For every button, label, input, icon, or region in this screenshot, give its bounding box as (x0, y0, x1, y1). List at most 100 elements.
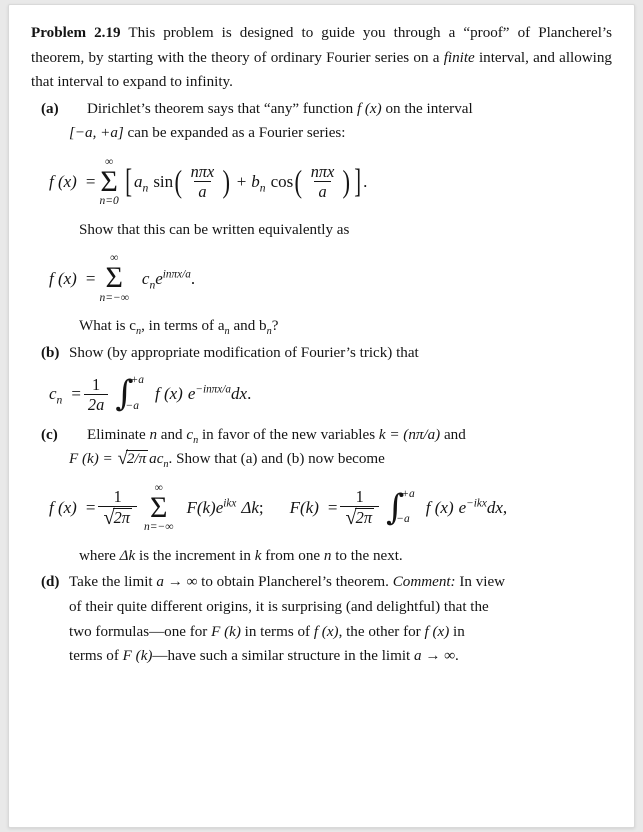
eq1-cos: cos (270, 172, 294, 192)
eq3-prefactor: 1 2a (83, 374, 109, 413)
part-d-obtain: to obtain Plancherel’s theorem. (201, 574, 389, 591)
eq1-arg1-num: nπx (190, 162, 215, 182)
eq2-summation: ∞ Σ n=−∞ (99, 252, 128, 304)
delta-k-explanation: where Δk is the increment in k from one … (79, 544, 612, 569)
part-a-label: (a) (41, 100, 59, 117)
eq4l-delta-k: Δk (241, 498, 259, 518)
part-a-line2-end: can be expanded as a Fourier series: (127, 125, 346, 142)
part-d-other-for: , the other for (338, 623, 421, 640)
eq3-int-upper: +a (130, 374, 144, 387)
part-d-in: in (453, 623, 465, 640)
eq4-left: f (x) = 1 √ 2π ∞ Σ n=−∞ F(k) eikx Δk ; (49, 482, 264, 534)
eq4l-equals: = (85, 498, 96, 518)
eq4l-sqrt: √ 2π (103, 507, 132, 528)
question-part1: What is c (79, 318, 136, 335)
part-d: (d) Take the limit a → ∞ to obtain Planc… (31, 570, 612, 668)
part-c-line2-rest: . Show that (a) and (b) now become (168, 451, 385, 468)
part-d-interms1: in terms of (244, 623, 311, 640)
part-d-limit-math: a → ∞ (156, 574, 198, 591)
eq3-integral: ∫ +a −a (115, 374, 144, 412)
equation-1-row: f (x) = ∞ Σ n=0 [ an sin ( nπx a ) + bn … (49, 156, 612, 208)
eq4r-int-lower: −a (396, 513, 410, 526)
eq4r-dx: dx (486, 498, 503, 518)
eq4r-sqrt-radicand: 2π (354, 507, 375, 527)
part-d-line4: terms of F (k)—have such a similar struc… (69, 644, 612, 669)
eq4r-sqrt: √ 2π (345, 507, 375, 528)
eq4l-prefactor: 1 √ 2π (98, 486, 137, 528)
part-d-take-limit: Take the limit (69, 574, 153, 591)
eq1-paren-open-2: ( (294, 164, 303, 200)
part-a-line1: Dirichlet’s theorem says that “any” func… (69, 97, 612, 122)
eq4l-Fk: F(k) (186, 498, 216, 518)
eq4r-exp: e−ikx (458, 497, 487, 518)
eq2-lhs: f (x) (49, 268, 77, 288)
eq1-coef-a: an (134, 172, 149, 195)
part-d-line1: Take the limit a → ∞ to obtain Planchere… (69, 570, 612, 595)
part-a-line2: [−a, +a] can be expanded as a Fourier se… (69, 121, 612, 146)
equation-3-row: cn = 1 2a ∫ +a −a f (x) e−inπx/a dx . (49, 374, 612, 413)
comment-label: Comment: (392, 574, 456, 591)
part-d-final-period: . (454, 648, 459, 665)
part-c-and1: and (160, 426, 183, 443)
eq4r-integrand: f (x) (425, 498, 454, 518)
eq4-right: F(k) = 1 √ 2π ∫ +a −a f (x) e−ikx dx , (289, 486, 508, 528)
eq1-arg2-den: a (314, 181, 331, 201)
delta-k-text3: to the next. (335, 547, 403, 564)
part-c-eliminate: Eliminate (87, 426, 146, 443)
eq4l-frac-num: 1 (113, 486, 122, 506)
equation-fourier-series: f (x) = ∞ Σ n=0 [ an sin ( nπx a ) + bn … (31, 156, 612, 208)
eq1-period: . (363, 172, 368, 192)
sigma-icon: Σ (105, 261, 123, 295)
eq4r-lhs: F(k) (289, 498, 319, 518)
eq4l-exp: eikx (215, 497, 237, 518)
eq4r-frac-num: 1 (355, 486, 364, 506)
equation-cn-integral: cn = 1 2a ∫ +a −a f (x) e−inπx/a dx . (31, 374, 612, 413)
part-d-terms-of: terms of (69, 648, 119, 665)
question-part2: , in terms of a (141, 318, 225, 335)
part-d-label: (d) (41, 574, 60, 591)
eq2-period: . (190, 268, 196, 288)
part-c-label: (c) (41, 426, 58, 443)
part-d-limit-math-2: a → ∞ (414, 648, 455, 665)
eq1-sum-lower: n=0 (99, 195, 119, 208)
part-c-body: Eliminate n and cn in favor of the new v… (69, 423, 612, 472)
delta-k-var-k: k (254, 547, 262, 564)
part-d-body: Take the limit a → ∞ to obtain Planchere… (69, 570, 612, 668)
eq2-coef-c: cn (141, 268, 156, 291)
part-d-line3: two formulas—one for F (k) in terms of f… (69, 620, 612, 645)
eq4r-integral-limits: +a −a (396, 488, 415, 525)
show-equivalent-text: Show that this can be written equivalent… (79, 221, 350, 238)
eq1-plus: + (236, 172, 247, 192)
intro-italic-word: finite (443, 49, 475, 66)
eq4r-equals: = (327, 498, 338, 518)
eq3-dx: dx (231, 384, 248, 404)
eq3-int-lower: −a (125, 399, 139, 412)
eq4l-sum-lower: n=−∞ (143, 521, 174, 534)
eq1-coef-b: bn (251, 172, 266, 195)
eq3-period: . (247, 384, 252, 404)
part-d-Fk-2: F (k) (122, 648, 153, 665)
eq1-paren-close-1: ) (222, 164, 231, 200)
part-d-Fk-1: F (k) (211, 623, 241, 640)
part-d-fx-2: f (x) (424, 623, 450, 640)
eq3-integrand: f (x) (155, 384, 183, 404)
part-c-F-def: F (k) = (69, 451, 113, 468)
eq3-frac-num: 1 (92, 374, 101, 394)
eq1-paren-close-2: ) (342, 164, 351, 200)
question-cn: What is cn, in terms of an and bn? (79, 314, 612, 339)
part-c-sqrt: √ 2/π (118, 450, 149, 469)
eq3-equals: = (71, 384, 81, 404)
delta-k-text1: is the increment in (139, 547, 251, 564)
eq2-exp: einπx/a (155, 267, 191, 288)
eq1-summation: ∞ Σ n=0 (99, 156, 118, 208)
equation-complex-series: f (x) = ∞ Σ n=−∞ cn einπx/a . (31, 252, 612, 304)
eq1-arg2-num: nπx (310, 162, 335, 182)
delta-k-text2: from one (265, 547, 321, 564)
eq4l-lhs: f (x) (49, 498, 77, 518)
equation-2-row: f (x) = ∞ Σ n=−∞ cn einπx/a . (49, 252, 612, 304)
eq1-sin: sin (153, 172, 174, 192)
eq4l-summation: ∞ Σ n=−∞ (144, 482, 173, 534)
part-b-text: Show (by appropriate modification of Fou… (69, 344, 419, 361)
eq1-arg-1: nπx a (187, 163, 219, 200)
part-a-interval: [−a, +a] (69, 125, 124, 142)
